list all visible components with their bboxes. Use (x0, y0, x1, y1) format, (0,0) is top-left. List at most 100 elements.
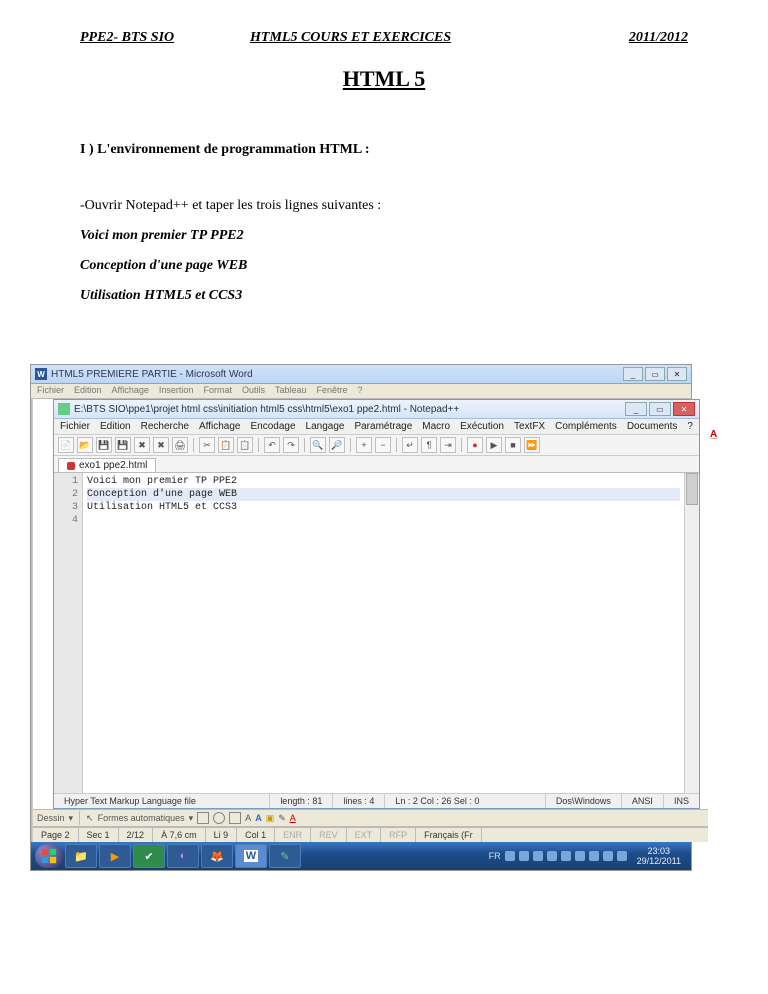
zoom-out-icon[interactable]: − (375, 437, 391, 453)
word-close-button[interactable]: ✕ (667, 367, 687, 381)
copy-icon[interactable]: 📋 (218, 437, 234, 453)
paste-icon[interactable]: 📋 (237, 437, 253, 453)
status-rfp: RFP (381, 828, 416, 842)
line-color-icon[interactable]: ✎ (278, 813, 286, 824)
line-shape-icon[interactable] (197, 812, 209, 824)
system-tray[interactable]: FR 23:03 29/12/2011 (489, 846, 687, 866)
word-wrap-icon[interactable]: ↵ (402, 437, 418, 453)
macro-play-icon[interactable]: ▶ (486, 437, 502, 453)
undo-icon[interactable]: ↶ (264, 437, 280, 453)
tray-icon[interactable] (561, 851, 571, 861)
tray-icon[interactable] (547, 851, 557, 861)
zoom-in-icon[interactable]: + (356, 437, 372, 453)
word-menu-item[interactable]: Fenêtre (317, 385, 348, 397)
redo-icon[interactable]: ↷ (283, 437, 299, 453)
tray-volume-icon[interactable] (617, 851, 627, 861)
npp-menu-item[interactable]: TextFX (514, 421, 545, 432)
tray-icon[interactable] (533, 851, 543, 861)
word-menu-item[interactable]: Affichage (112, 385, 149, 397)
npp-menu-bar[interactable]: Fichier Edition Recherche Affichage Enco… (54, 419, 699, 435)
autoshapes-menu[interactable]: Formes automatiques (98, 813, 185, 823)
npp-menu-item[interactable]: Paramétrage (354, 421, 412, 432)
tray-language-indicator[interactable]: FR (489, 851, 501, 861)
show-all-chars-icon[interactable]: ¶ (421, 437, 437, 453)
npp-editor[interactable]: 1 2 3 4 Voici mon premier TP PPE2 Concep… (54, 473, 699, 793)
word-menu-item[interactable]: Insertion (159, 385, 194, 397)
indent-guide-icon[interactable]: ⇥ (440, 437, 456, 453)
word-menu-item[interactable]: Tableau (275, 385, 307, 397)
npp-menu-item[interactable]: Affichage (199, 421, 241, 432)
taskbar-firefox[interactable]: 🦊 (201, 844, 233, 868)
npp-close-button[interactable]: ✕ (673, 402, 695, 416)
word-menu-bar[interactable]: Fichier Edition Affichage Insertion Form… (31, 384, 691, 399)
word-menu-item[interactable]: Outils (242, 385, 265, 397)
npp-title-bar[interactable]: E:\BTS SIO\ppe1\projet html css\initiati… (54, 400, 699, 419)
toolbar-separator (461, 438, 462, 452)
fill-color-icon[interactable]: ▣ (266, 813, 275, 824)
npp-menu-item[interactable]: Edition (100, 421, 131, 432)
new-file-icon[interactable]: 📄 (58, 437, 74, 453)
save-icon[interactable]: 💾 (96, 437, 112, 453)
tray-icon[interactable] (589, 851, 599, 861)
npp-vertical-scrollbar[interactable] (684, 473, 699, 793)
macro-stop-icon[interactable]: ■ (505, 437, 521, 453)
close-file-icon[interactable]: ✖ (134, 437, 150, 453)
draw-menu[interactable]: Dessin (37, 813, 65, 823)
taskbar-app-green[interactable]: ✔ (133, 844, 165, 868)
npp-menu-item[interactable]: Fichier (60, 421, 90, 432)
word-menu-item[interactable]: Format (203, 385, 232, 397)
word-menu-item[interactable]: Edition (74, 385, 102, 397)
npp-menu-item[interactable]: Encodage (250, 421, 295, 432)
npp-menu-item[interactable]: Langage (306, 421, 345, 432)
code-area[interactable]: Voici mon premier TP PPE2 Conception d'u… (83, 473, 684, 793)
macro-record-icon[interactable]: ● (467, 437, 483, 453)
windows-taskbar[interactable]: 📁 ▶ ✔ ◐ 🦊 W ✎ FR 23:03 29/12/2011 (31, 842, 691, 870)
oval-shape-icon[interactable] (213, 812, 225, 824)
word-minimize-button[interactable]: _ (623, 367, 643, 381)
npp-menu-item[interactable]: Recherche (141, 421, 189, 432)
tray-icon[interactable] (505, 851, 515, 861)
taskbar-explorer[interactable]: 📁 (65, 844, 97, 868)
select-objects-icon[interactable]: ↖ (86, 813, 94, 824)
close-all-icon[interactable]: ✖ (153, 437, 169, 453)
npp-menu-item[interactable]: Macro (422, 421, 450, 432)
word-status-bar: Page 2 Sec 1 2/12 À 7,6 cm Li 9 Col 1 EN… (33, 827, 708, 842)
tray-network-icon[interactable] (603, 851, 613, 861)
tray-icon[interactable] (519, 851, 529, 861)
replace-icon[interactable]: 🔎 (329, 437, 345, 453)
rect-shape-icon[interactable] (229, 812, 241, 824)
taskbar-notepadpp[interactable]: ✎ (269, 844, 301, 868)
word-title-bar[interactable]: W HTML5 PREMIERE PARTIE - Microsoft Word… (31, 365, 691, 384)
taskbar-word[interactable]: W (235, 844, 267, 868)
word-maximize-button[interactable]: ▭ (645, 367, 665, 381)
word-drawing-toolbar[interactable]: Dessin▾ ↖ Formes automatiques▾ A A ▣ ✎ A (33, 809, 708, 827)
word-menu-item[interactable]: Fichier (37, 385, 64, 397)
npp-maximize-button[interactable]: ▭ (649, 402, 671, 416)
cut-icon[interactable]: ✂ (199, 437, 215, 453)
tray-icon[interactable] (575, 851, 585, 861)
font-color-icon[interactable]: A (290, 813, 296, 823)
taskbar-wmp[interactable]: ▶ (99, 844, 131, 868)
search-icon[interactable]: 🔍 (310, 437, 326, 453)
npp-minimize-button[interactable]: _ (625, 402, 647, 416)
font-format-icon[interactable]: A̲ (710, 429, 717, 440)
npp-toolbar[interactable]: 📄 📂 💾 💾 ✖ ✖ 🖨 ✂ 📋 📋 ↶ ↷ (54, 435, 699, 456)
npp-menu-item[interactable]: Documents (627, 421, 678, 432)
npp-tab-bar[interactable]: exo1 ppe2.html (54, 456, 699, 473)
npp-menu-item[interactable]: ? (687, 421, 693, 432)
start-button[interactable] (35, 844, 63, 868)
taskbar-eclipse[interactable]: ◐ (167, 844, 199, 868)
tray-clock[interactable]: 23:03 29/12/2011 (631, 846, 687, 866)
open-file-icon[interactable]: 📂 (77, 437, 93, 453)
npp-menu-item[interactable]: Exécution (460, 421, 504, 432)
npp-file-tab[interactable]: exo1 ppe2.html (58, 458, 156, 472)
save-all-icon[interactable]: 💾 (115, 437, 131, 453)
wordart-icon[interactable]: A (255, 813, 262, 823)
status-page: Page 2 (33, 828, 79, 842)
scrollbar-thumb[interactable] (686, 473, 698, 505)
npp-menu-item[interactable]: Compléments (555, 421, 617, 432)
print-icon[interactable]: 🖨 (172, 437, 188, 453)
word-menu-item[interactable]: ? (358, 385, 363, 397)
macro-fast-icon[interactable]: ⏩ (524, 437, 540, 453)
text-box-icon[interactable]: A (245, 813, 251, 823)
